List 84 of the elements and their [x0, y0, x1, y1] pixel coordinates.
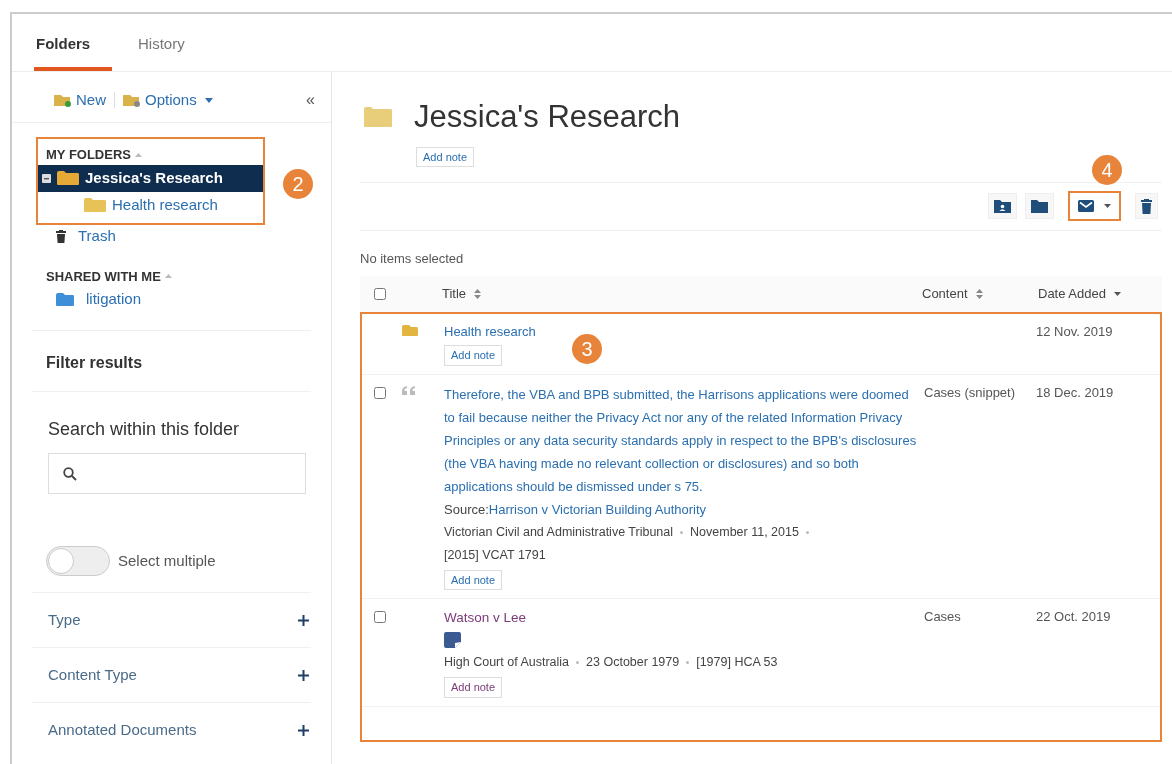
toggle-label: Select multiple — [118, 550, 216, 571]
separator-dot-icon — [680, 530, 684, 534]
callout-badge: 2 — [283, 169, 313, 199]
folder-link[interactable]: Health research — [444, 322, 536, 342]
options-button[interactable]: Options — [123, 88, 213, 112]
selection-status: No items selected — [360, 249, 465, 268]
move-button[interactable] — [988, 193, 1017, 219]
collapse-button[interactable]: « — [306, 88, 315, 112]
plus-icon — [298, 669, 309, 681]
row-checkbox[interactable] — [374, 611, 386, 623]
delete-button[interactable] — [1135, 193, 1158, 219]
date-added: 12 Nov. 2019 — [1036, 323, 1114, 341]
case-link[interactable]: Watson v Lee — [444, 607, 527, 629]
new-folder-button[interactable]: New — [54, 88, 106, 112]
trash-item[interactable]: Trash — [56, 224, 331, 249]
citation-meta: [1979] HCA 53 — [696, 654, 778, 671]
trash-icon — [56, 230, 66, 243]
filter-label: Type — [48, 609, 81, 630]
citation-meta: November 11, 2015 — [690, 523, 799, 541]
envelope-icon — [1078, 200, 1094, 212]
row-checkbox[interactable] — [374, 386, 386, 399]
toggle-switch[interactable] — [46, 546, 110, 576]
source-link[interactable]: Harrison v Victorian Building Authority — [488, 501, 707, 517]
column-header[interactable]: Content — [922, 284, 1038, 304]
snippet-link[interactable]: Therefore, the VBA and BPB submitted, the Harrisons applications were doomed to fail because neither the Privacy Act nor any of the related Information Privacy Principles or any data security standards apply in respect to the BPB's disclosures (the VBA having made no relevant collection or disclosures) and so both applications should be dismissed under s 75. — [444, 382, 918, 498]
search-field[interactable] — [48, 453, 306, 494]
citation-meta: [2015] VCAT 1791 — [444, 546, 546, 564]
content-type: Cases (snippet) — [924, 383, 1017, 402]
source-label: Source: — [444, 501, 489, 517]
select-all-checkbox[interactable] — [374, 288, 386, 300]
separator-dot-icon — [576, 661, 580, 664]
citation-meta: Victorian Civil and Administrative Tribunal — [444, 523, 674, 541]
sort-down-icon — [1113, 292, 1121, 296]
add-note-button[interactable]: Add note — [444, 569, 503, 590]
filter-label: Content Type — [48, 664, 137, 685]
plus-icon — [298, 614, 309, 626]
sort-icon — [975, 289, 983, 299]
citation-meta: High Court of Australia — [444, 654, 570, 671]
expand-button[interactable] — [298, 669, 309, 681]
callout-badge: 4 — [1092, 154, 1122, 185]
date-added: 18 Dec. 2019 — [1036, 383, 1115, 402]
add-note-button[interactable]: Add note — [444, 677, 503, 698]
folder-icon — [57, 171, 79, 185]
date-added: 22 Oct. 2019 — [1036, 608, 1112, 626]
caret-up-icon — [164, 274, 172, 279]
separator-dot-icon — [686, 661, 690, 664]
quote-icon — [402, 385, 416, 395]
caret-icon — [1104, 204, 1111, 208]
email-button[interactable] — [1068, 191, 1121, 221]
caret-up-icon — [135, 152, 142, 157]
folder-tree-item[interactable]: Health research — [46, 191, 255, 219]
plus-icon — [298, 724, 309, 736]
tab[interactable]: Folders — [34, 32, 112, 71]
add-note-button[interactable]: Add note — [416, 146, 475, 167]
column-header[interactable]: Title — [442, 284, 922, 304]
expand-button[interactable] — [298, 614, 309, 626]
search-heading: Search within this folder — [48, 418, 241, 441]
filter-label: Annotated Documents — [48, 719, 197, 740]
section-heading[interactable]: SHARED WITH ME — [46, 266, 161, 286]
folder-icon — [1031, 199, 1048, 213]
folder-icon — [56, 292, 74, 306]
separator-dot-icon — [805, 530, 809, 534]
folder-icon — [402, 325, 418, 336]
sort-icon — [474, 289, 482, 299]
caret-icon — [204, 97, 213, 103]
content-type: Cases — [924, 608, 962, 626]
folder-title: Jessica's Research — [414, 98, 681, 136]
tab[interactable]: History — [136, 32, 187, 71]
folder-tree-item[interactable]: litigation — [56, 286, 331, 312]
section-heading[interactable]: MY FOLDERS — [46, 145, 131, 165]
folder-icon — [84, 198, 106, 212]
trash-icon — [1141, 198, 1152, 214]
column-header[interactable]: Date Added — [1038, 284, 1162, 304]
folder-button[interactable] — [1025, 193, 1054, 219]
search-icon — [63, 466, 77, 481]
citation-meta: 23 October 1979 — [586, 654, 680, 671]
expand-button[interactable] — [298, 724, 309, 736]
callout-badge: 3 — [572, 334, 602, 364]
folder-person-icon — [994, 199, 1011, 213]
folder-icon — [364, 107, 392, 128]
folder-tree-item[interactable]: Jessica's Research — [38, 164, 263, 192]
filter-heading: Filter results — [46, 353, 144, 373]
add-note-button[interactable]: Add note — [444, 345, 503, 366]
collapse-icon — [42, 173, 51, 183]
